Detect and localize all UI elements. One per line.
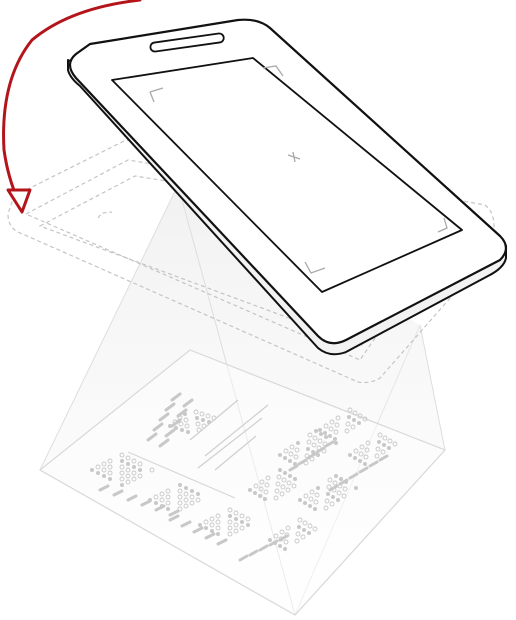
text-dot	[201, 418, 205, 422]
text-dot	[228, 514, 232, 518]
text-dot	[283, 471, 287, 475]
text-dot	[354, 486, 358, 490]
text-dot	[357, 421, 361, 425]
text-dot	[316, 453, 320, 457]
text-dot	[178, 483, 182, 487]
text-dot	[334, 474, 338, 478]
text-dot	[234, 517, 238, 521]
text-dot	[126, 462, 130, 466]
text-dot	[268, 538, 272, 542]
text-dot	[323, 431, 327, 435]
text-dot	[263, 497, 267, 501]
text-dot	[186, 430, 190, 434]
text-dot	[108, 477, 112, 481]
text-dot	[347, 415, 351, 419]
text-dot	[297, 525, 301, 529]
text-dot	[288, 474, 292, 478]
text-dot	[316, 486, 320, 490]
text-dot	[168, 424, 172, 428]
text-dot	[283, 456, 287, 460]
text-dot	[160, 504, 164, 508]
text-dot	[348, 453, 352, 457]
text-dot	[333, 437, 337, 441]
text-dot	[288, 459, 292, 463]
text-dot	[278, 468, 282, 472]
text-dot	[363, 462, 367, 466]
text-dot	[184, 486, 188, 490]
text-dot	[258, 494, 262, 498]
text-dot	[90, 468, 94, 472]
text-dot	[318, 428, 322, 432]
text-dot	[246, 523, 250, 527]
text-dot	[120, 459, 124, 463]
text-dot	[278, 544, 282, 548]
text-dot	[328, 434, 332, 438]
text-dot	[190, 489, 194, 493]
text-dot	[148, 498, 152, 502]
text-dot	[307, 531, 311, 535]
text-dot	[324, 435, 328, 439]
text-dot	[204, 526, 208, 530]
text-dot	[248, 488, 252, 492]
text-dot	[377, 440, 381, 444]
text-dot	[303, 501, 307, 505]
text-dot	[132, 465, 136, 469]
text-dot	[293, 477, 297, 481]
text-dot	[352, 418, 356, 422]
text-dot	[216, 532, 220, 536]
text-dot	[198, 523, 202, 527]
text-dot	[120, 483, 124, 487]
text-dot	[138, 468, 142, 472]
text-dot	[314, 429, 318, 433]
text-dot	[166, 507, 170, 511]
text-dot	[180, 428, 184, 432]
text-dot	[283, 547, 287, 551]
text-dot	[298, 498, 302, 502]
text-dot	[154, 501, 158, 505]
text-dot	[302, 528, 306, 532]
text-dot	[96, 471, 100, 475]
text-dot	[296, 441, 300, 445]
text-dot	[308, 504, 312, 508]
text-dot	[382, 443, 386, 447]
text-dot	[353, 456, 357, 460]
text-dot	[196, 492, 200, 496]
text-dot	[326, 492, 330, 496]
text-dot	[339, 477, 343, 481]
text-dot	[102, 474, 106, 478]
text-dot	[183, 412, 187, 416]
text-dot	[319, 432, 323, 436]
text-dot	[331, 495, 335, 499]
text-dot	[253, 491, 257, 495]
text-dot	[195, 416, 199, 420]
text-dot	[336, 498, 340, 502]
text-dot	[210, 529, 214, 533]
text-dot	[240, 520, 244, 524]
scan-illustration	[0, 0, 516, 620]
text-dot	[306, 447, 310, 451]
text-dot	[387, 446, 391, 450]
text-dot	[174, 426, 178, 430]
text-dot	[278, 453, 282, 457]
text-dot	[334, 441, 338, 445]
illustration-canvas	[2, 0, 508, 616]
text-dot	[358, 459, 362, 463]
text-dot	[313, 507, 317, 511]
